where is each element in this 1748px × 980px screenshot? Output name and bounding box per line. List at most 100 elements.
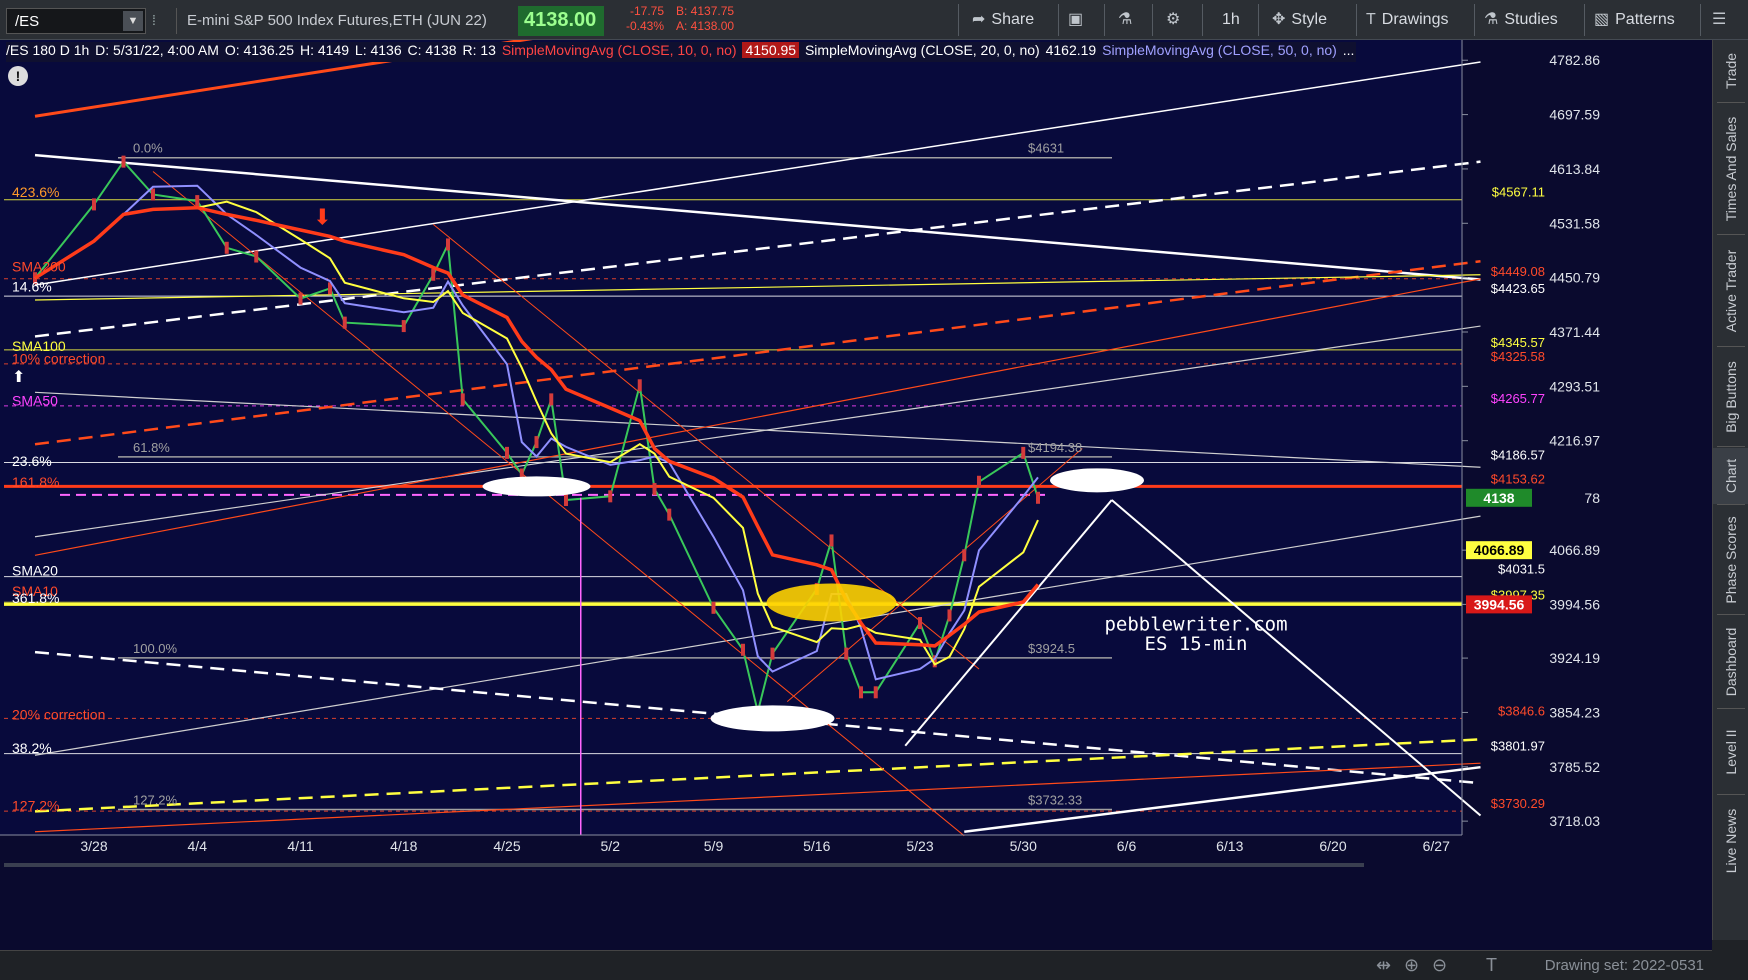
link-icon[interactable]: ⁞ xyxy=(152,8,168,32)
alert-icon[interactable]: ! xyxy=(8,66,28,86)
fib-price-label: $3924.5 xyxy=(1028,641,1075,656)
level-label: $4265.77 xyxy=(1491,391,1545,406)
style-button[interactable]: ✥ Style xyxy=(1272,6,1327,34)
candle xyxy=(460,393,465,406)
level-tag: 423.6% xyxy=(12,184,59,200)
watermark-line-2: ES 15-min xyxy=(1145,633,1248,655)
x-tick-label: 4/11 xyxy=(287,838,313,854)
candle xyxy=(298,292,303,305)
crosshair-icon[interactable]: ⊕ xyxy=(1404,955,1419,976)
text-tool-icon[interactable]: T xyxy=(1486,955,1497,976)
tab-big-buttons[interactable]: Big Buttons xyxy=(1713,348,1748,446)
x-tick-label: 5/9 xyxy=(704,838,724,854)
toolbar-divider xyxy=(1700,4,1701,36)
tab-trade-label: Trade xyxy=(1723,52,1739,90)
price-tag-label: 4138 xyxy=(1483,490,1514,506)
x-tick-label: 6/6 xyxy=(1117,838,1137,854)
text-tool-icon: T xyxy=(1366,11,1376,28)
level-label: $4423.65 xyxy=(1491,281,1545,296)
level-label: $4325.58 xyxy=(1491,349,1545,364)
level-tag: 14.6% xyxy=(12,279,52,295)
menu-button[interactable]: ☰ xyxy=(1712,6,1732,34)
chart-area[interactable]: ⬇ ⬆ $4567.11 $4449.08 $4423.65 $4345.57 $4325… xyxy=(0,40,1748,980)
level-tag: SMA20 xyxy=(12,563,58,579)
tab-times-and-sales-label: Times And Sales xyxy=(1723,116,1739,222)
tab-divider xyxy=(1717,234,1745,235)
candle xyxy=(608,490,613,503)
level-tag: 38.2% xyxy=(12,740,52,756)
tab-chart[interactable]: Chart xyxy=(1713,448,1748,504)
level-tag: 361.8% xyxy=(12,590,59,606)
tab-times-and-sales[interactable]: Times And Sales xyxy=(1713,104,1748,234)
style-label: Style xyxy=(1291,11,1327,28)
candle xyxy=(977,475,981,488)
candle xyxy=(151,188,155,201)
screenshot-button[interactable]: ▣ xyxy=(1068,6,1089,34)
candle xyxy=(431,268,436,281)
tab-active-trader[interactable]: Active Trader xyxy=(1713,236,1748,346)
symbol-input[interactable]: /ES ▼ xyxy=(6,8,146,34)
y-tick-label: 4782.86 xyxy=(1549,52,1600,68)
tab-trade[interactable]: Trade xyxy=(1713,40,1748,102)
style-icon: ✥ xyxy=(1272,11,1286,28)
candle xyxy=(446,238,450,251)
menu-icon: ☰ xyxy=(1712,11,1727,28)
price-tag-suffix: 78 xyxy=(1584,490,1600,506)
up-arrow-icon: ⬆ xyxy=(12,367,25,386)
fib-price-label: $4631 xyxy=(1028,141,1064,156)
candle xyxy=(401,320,406,333)
toolbar-divider xyxy=(1058,4,1059,36)
candle xyxy=(1036,491,1040,504)
x-tick-label: 6/20 xyxy=(1319,838,1346,854)
toolbar-divider xyxy=(1202,4,1203,36)
y-tick-label: 3994.56 xyxy=(1549,596,1600,612)
y-tick-label: 3718.03 xyxy=(1549,813,1600,829)
candle xyxy=(947,609,952,622)
studies-button[interactable]: ⚗ Studies xyxy=(1484,6,1558,34)
tab-divider xyxy=(1717,102,1745,103)
share-button[interactable]: ➦ Share xyxy=(972,6,1034,34)
price-chart[interactable]: ⬇ ⬆ $4567.11 $4449.08 $4423.65 $4345.57$4325… xyxy=(0,40,1712,950)
drawings-button[interactable]: T Drawings xyxy=(1366,6,1448,34)
timeframe-button[interactable]: 1h xyxy=(1222,6,1240,34)
tab-level-ii[interactable]: Level II xyxy=(1713,710,1748,794)
patterns-button[interactable]: ▧ Patterns xyxy=(1594,6,1675,34)
candle xyxy=(873,686,878,699)
chevron-down-icon[interactable]: ▼ xyxy=(123,11,143,31)
change-value: -17.75 xyxy=(629,4,664,18)
settings-button[interactable]: ⚙ xyxy=(1166,6,1186,34)
x-tick-label: 5/23 xyxy=(906,838,933,854)
drawing-set-label[interactable]: Drawing set: 2022-0531 xyxy=(1545,957,1704,974)
tab-live-news[interactable]: Live News xyxy=(1713,796,1748,886)
down-arrow-icon: ⬇ xyxy=(313,205,331,230)
level-label: $4449.08 xyxy=(1491,264,1545,279)
level-label: $4153.62 xyxy=(1491,471,1545,486)
level-label: $4345.57 xyxy=(1491,335,1545,350)
candle xyxy=(224,241,229,254)
tab-big-buttons-label: Big Buttons xyxy=(1723,361,1739,433)
x-tick-label: 5/2 xyxy=(601,838,621,854)
price-tag-label: 4066.89 xyxy=(1474,542,1525,558)
info-more[interactable]: ... xyxy=(1343,42,1355,58)
tab-dashboard[interactable]: Dashboard xyxy=(1713,616,1748,708)
tab-chart-label: Chart xyxy=(1723,458,1739,494)
x-tick-label: 5/30 xyxy=(1010,838,1037,854)
fib-label: 100.0% xyxy=(133,641,178,656)
tab-phase-scores[interactable]: Phase Scores xyxy=(1713,506,1748,614)
scroll-icon[interactable]: ⇹ xyxy=(1376,955,1391,976)
flask-button[interactable]: ⚗ xyxy=(1118,6,1138,34)
level-label: $4186.57 xyxy=(1491,448,1545,463)
tab-divider xyxy=(1717,614,1745,615)
level-label: $4567.11 xyxy=(1492,185,1545,200)
time-scrollbar[interactable] xyxy=(4,863,1364,867)
candle xyxy=(195,195,200,208)
side-tab-strip: Trade Times And Sales Active Trader Big … xyxy=(1712,40,1748,940)
tab-active-trader-label: Active Trader xyxy=(1723,249,1739,333)
x-tick-label: 4/25 xyxy=(493,838,520,854)
candle xyxy=(564,493,568,506)
last-price-badge: 4138.00 xyxy=(518,6,604,36)
fib-label: 61.8% xyxy=(133,440,170,455)
info-symbol: /ES 180 D 1h xyxy=(6,42,90,58)
candle xyxy=(637,379,642,392)
zoom-icon[interactable]: ⊖ xyxy=(1432,955,1447,976)
